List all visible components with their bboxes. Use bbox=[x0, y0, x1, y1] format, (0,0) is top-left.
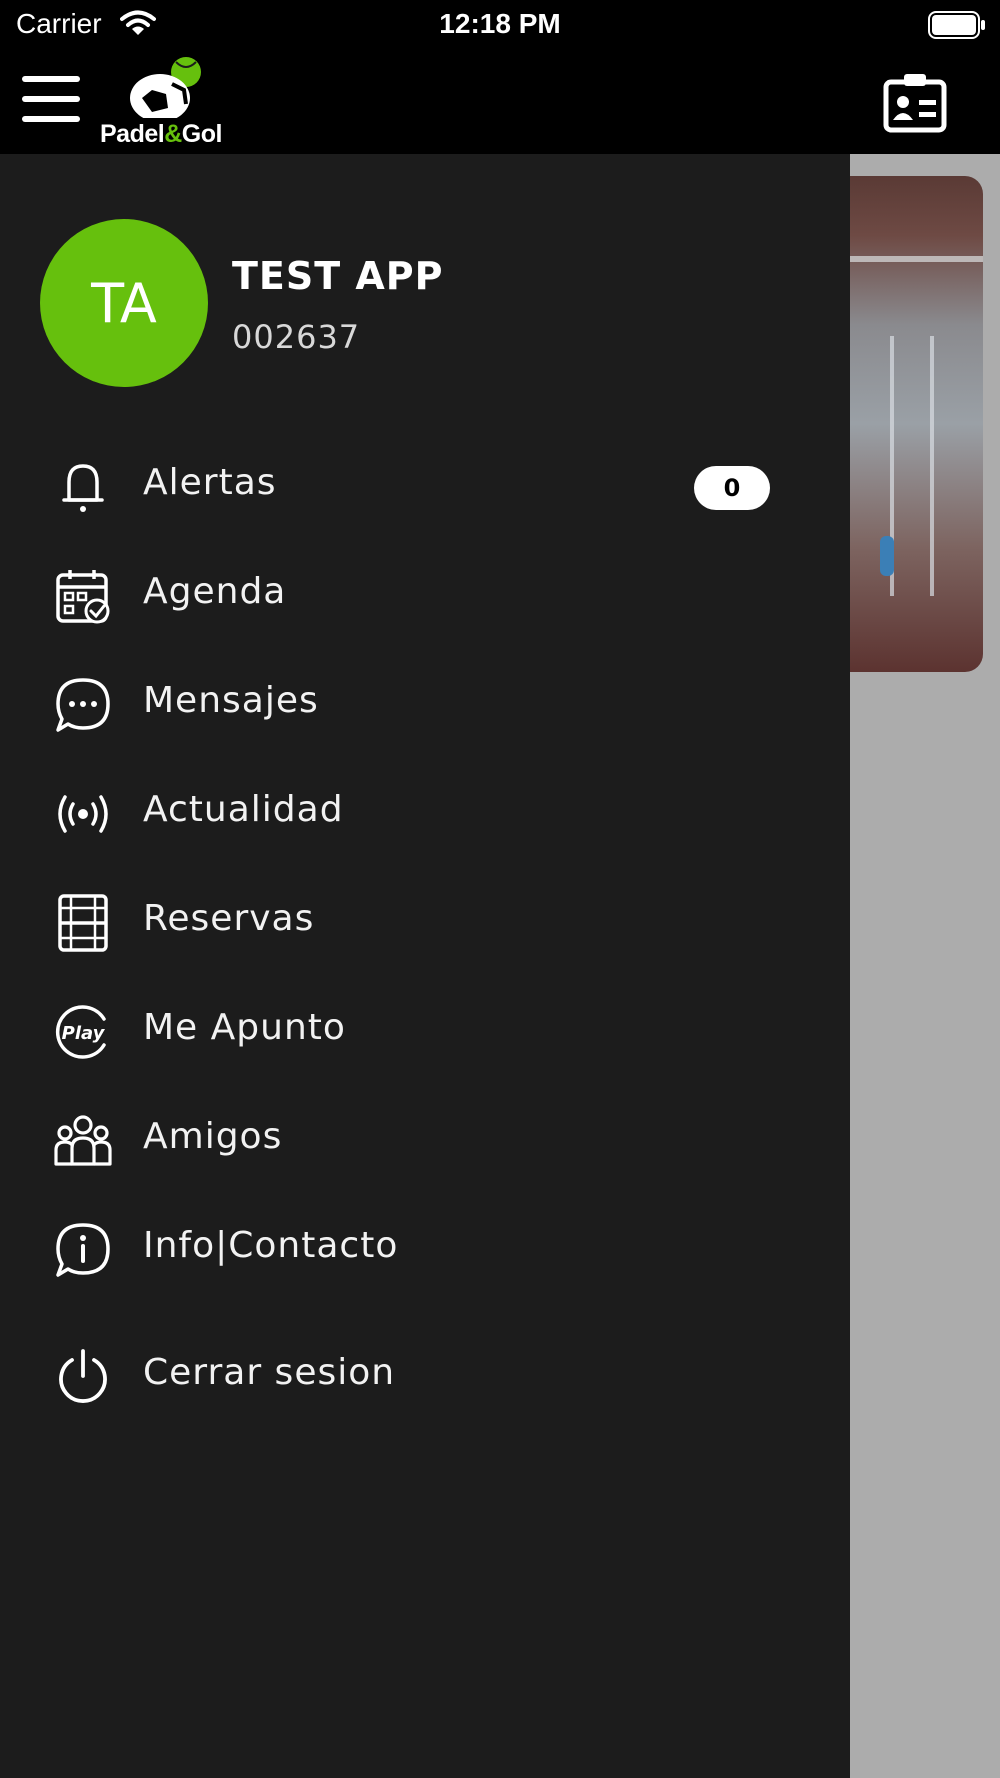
status-time: 12:18 PM bbox=[439, 8, 561, 39]
bell-icon bbox=[54, 458, 112, 516]
menu-label: Agenda bbox=[143, 571, 287, 612]
menu-label: Info|Contacto bbox=[143, 1225, 399, 1266]
menu-label: Amigos bbox=[143, 1116, 283, 1157]
info-chat-icon bbox=[54, 1221, 112, 1279]
menu-item-info-contacto[interactable]: Info|Contacto bbox=[0, 1203, 850, 1295]
menu-label: Mensajes bbox=[143, 680, 319, 721]
menu-item-actualidad[interactable]: Actualidad bbox=[0, 767, 850, 859]
calendar-check-icon bbox=[54, 567, 112, 625]
court-icon bbox=[54, 894, 112, 952]
group-icon bbox=[54, 1112, 112, 1170]
menu-label: Cerrar sesion bbox=[143, 1352, 396, 1393]
menu-item-reservas[interactable]: Reservas bbox=[0, 876, 850, 968]
member-card-icon[interactable] bbox=[882, 72, 948, 133]
avatar-initials: TA bbox=[91, 271, 157, 335]
menu-item-mensajes[interactable]: Mensajes bbox=[0, 658, 850, 750]
alerts-count-badge: 0 bbox=[694, 466, 770, 510]
menu-item-cerrar-sesion[interactable]: Cerrar sesion bbox=[0, 1330, 850, 1422]
chat-bubble-icon bbox=[54, 676, 112, 734]
play-icon: Play bbox=[54, 1003, 112, 1061]
user-id: 002637 bbox=[232, 318, 361, 356]
menu-item-amigos[interactable]: Amigos bbox=[0, 1094, 850, 1186]
battery-icon bbox=[928, 11, 986, 39]
padel-gol-logo: Padel&Gol bbox=[96, 54, 256, 150]
broadcast-icon bbox=[54, 785, 112, 843]
menu-item-alertas[interactable]: Alertas 0 bbox=[0, 440, 850, 532]
status-bar: Carrier 12:18 PM bbox=[0, 0, 1000, 52]
menu-item-me-apunto[interactable]: Play Me Apunto bbox=[0, 985, 850, 1077]
menu-label: Actualidad bbox=[143, 789, 344, 830]
app-header: Padel&Gol bbox=[0, 52, 1000, 154]
menu-label: Me Apunto bbox=[143, 1007, 346, 1048]
club-photo bbox=[850, 176, 983, 672]
svg-text:Play: Play bbox=[62, 1023, 106, 1044]
side-drawer: TA TEST APP 002637 Alertas 0 Agenda Mens… bbox=[0, 154, 850, 1778]
avatar[interactable]: TA bbox=[40, 219, 208, 387]
menu-hamburger-icon[interactable] bbox=[22, 76, 80, 122]
menu-label: Alertas bbox=[143, 462, 277, 503]
user-name: TEST APP bbox=[232, 254, 444, 298]
menu-label: Reservas bbox=[143, 898, 315, 939]
power-icon bbox=[54, 1348, 112, 1406]
menu-item-agenda[interactable]: Agenda bbox=[0, 549, 850, 641]
main-content-behind-drawer bbox=[850, 154, 1000, 1778]
logo-text: Padel&Gol bbox=[100, 120, 222, 148]
